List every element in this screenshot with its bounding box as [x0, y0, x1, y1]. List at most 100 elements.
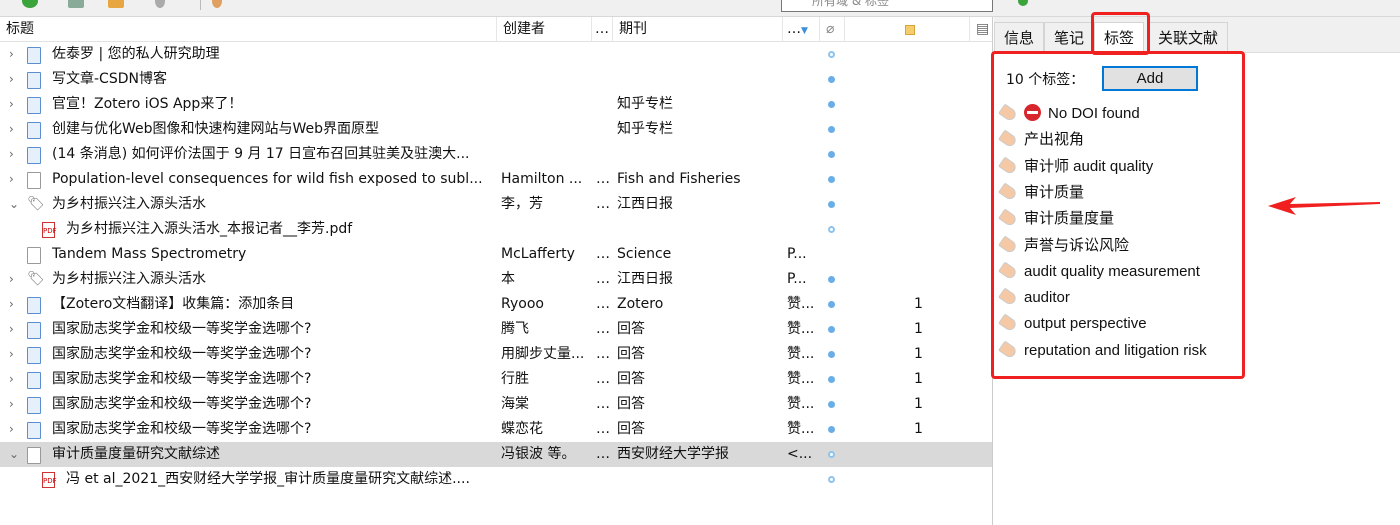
item-row[interactable]: › 国家励志奖学金和校级一等奖学金选哪个? 腾飞 … 回答 赞... 1	[0, 317, 992, 342]
column-more[interactable]: …	[592, 17, 613, 42]
tag-item[interactable]: 产出视角	[998, 128, 1084, 152]
tag-icon	[998, 313, 1018, 333]
item-row[interactable]: PDF 冯 et al_2021_西安财经大学学报_审计质量度量研究文献综述...…	[0, 467, 992, 492]
tag-item[interactable]: 审计质量度量	[998, 207, 1114, 231]
attachment-icon[interactable]	[155, 0, 165, 8]
item-row[interactable]: PDF 为乡村振兴注入源头活水_本报记者__李芳.pdf	[0, 217, 992, 242]
column-notes[interactable]	[845, 17, 970, 42]
attachment-status-icon[interactable]	[828, 126, 835, 133]
item-extra: 赞...	[787, 421, 815, 437]
forward-arrow-icon[interactable]	[1018, 0, 1028, 6]
column-attachments[interactable]: ⌀	[820, 17, 845, 42]
notes-icon	[905, 25, 915, 35]
item-title: 国家励志奖学金和校级一等奖学金选哪个?	[52, 346, 312, 362]
sync-icon[interactable]	[22, 0, 38, 8]
tag-item[interactable]: audit quality measurement	[998, 260, 1200, 284]
chevron-right-icon[interactable]: ›	[9, 67, 14, 92]
chevron-right-icon[interactable]: ›	[9, 342, 14, 367]
no-entry-icon	[1024, 104, 1041, 121]
newspaper-icon: 🏷	[27, 271, 45, 287]
column-creator[interactable]: 创建者	[497, 17, 592, 42]
tab-notes[interactable]: 笔记	[1044, 22, 1095, 53]
column-journal[interactable]: 期刊	[613, 17, 783, 42]
column-title[interactable]: 标题	[0, 17, 497, 42]
chevron-right-icon[interactable]: ›	[9, 267, 14, 292]
item-row[interactable]: › 🏷 为乡村振兴注入源头活水 本 … 江西日报 P...	[0, 267, 992, 292]
item-row[interactable]: › 创建与优化Web图像和快速构建网站与Web界面原型 知乎专栏	[0, 117, 992, 142]
chevron-right-icon[interactable]: ›	[9, 92, 14, 117]
new-note-icon[interactable]	[108, 0, 124, 8]
chevron-right-icon[interactable]: ›	[9, 142, 14, 167]
chevron-right-icon[interactable]: ›	[9, 367, 14, 392]
attachment-status-icon[interactable]	[828, 476, 835, 483]
journal-article-icon	[27, 172, 41, 189]
attachment-status-icon[interactable]	[828, 176, 835, 183]
item-row[interactable]: › (14 条消息) 如何评价法国于 9 月 17 日宣布召回其驻美及驻澳大...	[0, 142, 992, 167]
chevron-right-icon[interactable]: ›	[9, 392, 14, 417]
chevron-right-icon[interactable]: ›	[9, 117, 14, 142]
item-row[interactable]: › 国家励志奖学金和校级一等奖学金选哪个? 海棠 … 回答 赞... 1	[0, 392, 992, 417]
tag-item[interactable]: 声誉与诉讼风险	[998, 234, 1129, 258]
item-row[interactable]: › 官宣！Zotero iOS App来了！ 知乎专栏	[0, 92, 992, 117]
attachment-status-icon[interactable]	[828, 351, 835, 358]
attachment-status-icon[interactable]	[828, 201, 835, 208]
attachment-status-icon[interactable]	[828, 426, 835, 433]
chevron-right-icon[interactable]: ›	[9, 417, 14, 442]
item-row[interactable]: › 佐泰罗 | 您的私人研究助理	[0, 42, 992, 67]
attachment-status-icon[interactable]	[828, 326, 835, 333]
locate-icon[interactable]	[212, 0, 222, 8]
tag-item[interactable]: No DOI found	[998, 102, 1140, 126]
attachment-status-icon[interactable]	[828, 376, 835, 383]
item-journal: 回答	[617, 321, 645, 337]
webpage-icon	[27, 122, 41, 139]
item-row[interactable]: ⌄ 🏷 为乡村振兴注入源头活水 李，芳 … 江西日报	[0, 192, 992, 217]
chevron-down-icon[interactable]: ⌄	[9, 192, 19, 217]
item-row[interactable]: › 【Zotero文档翻译】收集篇：添加条目 Ryooo … Zotero 赞... 1	[0, 292, 992, 317]
attachment-status-icon[interactable]	[828, 401, 835, 408]
tag-item[interactable]: auditor	[998, 286, 1070, 310]
item-title: Population-level consequences for wild f…	[52, 171, 483, 187]
attachment-status-icon[interactable]	[828, 51, 835, 58]
attachment-status-icon[interactable]	[828, 76, 835, 83]
item-row[interactable]: ⌄ 审计质量度量研究文献综述 冯银波 等。 … 西安财经大学学报 <...	[0, 442, 992, 467]
item-row[interactable]: › 写文章-CSDN博客	[0, 67, 992, 92]
item-title: 国家励志奖学金和校级一等奖学金选哪个?	[52, 421, 312, 437]
item-row[interactable]: › 国家励志奖学金和校级一等奖学金选哪个? 行胜 … 回答 赞... 1	[0, 367, 992, 392]
attachment-status-icon[interactable]	[828, 226, 835, 233]
tag-item[interactable]: output perspective	[998, 312, 1147, 336]
new-item-icon[interactable]	[68, 0, 84, 8]
attachment-status-icon[interactable]	[828, 451, 835, 458]
column-extra[interactable]: …▼	[783, 17, 820, 42]
search-input[interactable]: 所有域 & 标签	[781, 0, 993, 12]
item-row[interactable]: › Population-level consequences for wild …	[0, 167, 992, 192]
attachment-status-icon[interactable]	[828, 276, 835, 283]
chevron-right-icon[interactable]: ›	[9, 42, 14, 67]
tag-label: No DOI found	[1048, 105, 1140, 122]
item-notes-count: 1	[914, 346, 923, 362]
item-tabs: 信息 笔记 标签 关联文献	[994, 17, 1400, 54]
item-row[interactable]: › 国家励志奖学金和校级一等奖学金选哪个? 用脚步丈量... … 回答 赞... 1	[0, 342, 992, 367]
webpage-icon	[27, 322, 41, 339]
add-tag-button[interactable]: Add	[1102, 66, 1198, 91]
attachment-status-icon[interactable]	[828, 301, 835, 308]
chevron-right-icon[interactable]: ›	[9, 167, 14, 192]
tag-icon	[998, 182, 1018, 202]
item-creator: 蝶恋花	[501, 421, 543, 437]
chevron-right-icon[interactable]: ›	[9, 292, 14, 317]
webpage-icon	[27, 372, 41, 389]
chevron-right-icon[interactable]: ›	[9, 317, 14, 342]
tab-info[interactable]: 信息	[994, 22, 1045, 53]
tab-related[interactable]: 关联文献	[1148, 22, 1229, 53]
column-header: 标题 创建者 … 期刊 …▼ ⌀ ▤	[0, 17, 992, 42]
item-creator: 冯银波 等。	[501, 446, 576, 462]
attachment-status-icon[interactable]	[828, 101, 835, 108]
item-row[interactable]: › 国家励志奖学金和校级一等奖学金选哪个? 蝶恋花 … 回答 赞... 1	[0, 417, 992, 442]
chevron-down-icon[interactable]: ⌄	[9, 442, 19, 467]
item-journal: 回答	[617, 396, 645, 412]
attachment-status-icon[interactable]	[828, 151, 835, 158]
column-picker[interactable]: ▤	[970, 17, 992, 42]
tag-item[interactable]: reputation and litigation risk	[998, 339, 1207, 363]
item-row[interactable]: Tandem Mass Spectrometry McLafferty … Scien…	[0, 242, 992, 267]
tag-item[interactable]: 审计质量	[998, 181, 1084, 205]
tag-item[interactable]: 审计师 audit quality	[998, 155, 1153, 179]
